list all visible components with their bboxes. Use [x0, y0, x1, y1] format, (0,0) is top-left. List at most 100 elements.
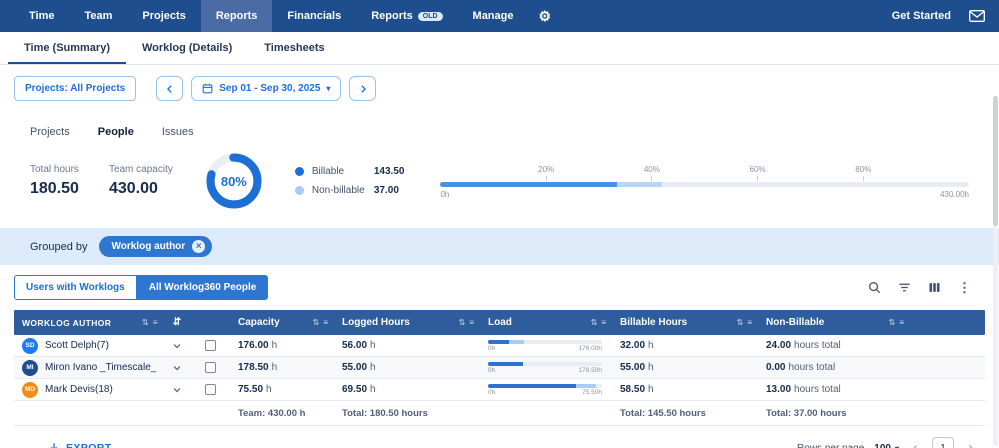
expand-row-icon[interactable]	[164, 335, 190, 356]
team-capacity-label: Team capacity	[109, 164, 173, 175]
non-billable-label: Non-billable	[312, 185, 374, 196]
tick-label: 20%	[538, 165, 554, 174]
sort-icon[interactable]: ⇅	[313, 318, 320, 327]
capacity-progress-bar	[440, 182, 969, 187]
column-header-billable-hours[interactable]: Billable Hours ⇅≡	[612, 317, 758, 328]
load-cell: 0h176.00h	[480, 335, 612, 356]
scrollbar-thumb[interactable]	[993, 96, 998, 226]
download-icon	[48, 442, 60, 448]
get-started-link[interactable]: Get Started	[892, 10, 951, 22]
load-bar	[488, 340, 602, 344]
non-billable-total: Total: 37.00 hours	[758, 408, 910, 419]
calendar-icon	[202, 83, 213, 94]
logged-hours-total: Total: 180.50 hours	[334, 408, 480, 419]
column-menu-icon[interactable]: ≡	[153, 318, 158, 327]
total-hours-value: 180.50	[30, 180, 79, 198]
table-row-scott-delph[interactable]: SD Scott Delph(7) 176.00h 56.00h 0h176.0…	[14, 335, 985, 357]
mail-icon[interactable]	[969, 10, 985, 22]
column-header-non-billable[interactable]: Non-Billable ⇅≡	[758, 317, 910, 328]
row-checkbox[interactable]	[205, 384, 216, 395]
tick-label: 80%	[855, 165, 871, 174]
table-toolbar: Users with Worklogs All Worklog360 Peopl…	[0, 265, 999, 308]
sort-icon[interactable]: ⇅	[142, 318, 149, 327]
rows-per-page-select[interactable]: 100 ▾	[874, 443, 899, 448]
column-menu-icon[interactable]: ≡	[469, 318, 474, 327]
projects-filter-chip[interactable]: Projects: All Projects	[14, 76, 136, 101]
column-header-logged-hours[interactable]: Logged Hours ⇅≡	[334, 317, 480, 328]
author-name[interactable]: Miron Ivano _Timescale_(8)	[45, 362, 156, 373]
all-worklog360-people-button[interactable]: All Worklog360 People	[137, 275, 269, 300]
column-header-capacity[interactable]: Capacity ⇅≡	[230, 317, 334, 328]
expand-row-icon[interactable]	[164, 379, 190, 400]
rows-per-page-label: Rows per page	[797, 443, 864, 448]
non-billable-cell: 24.00hours total	[758, 335, 910, 356]
summary-section: Total hours 180.50 Team capacity 430.00 …	[0, 142, 999, 224]
header-label: WORKLOG AUTHOR	[22, 318, 111, 328]
tab-time-summary[interactable]: Time (Summary)	[8, 32, 126, 64]
grouped-by-chip[interactable]: Worklog author ×	[99, 236, 212, 257]
page-number-button[interactable]: 1	[932, 437, 954, 448]
prev-page-button[interactable]	[909, 441, 922, 448]
tab-timesheets[interactable]: Timesheets	[248, 32, 340, 64]
tab-issues[interactable]: Issues	[162, 126, 194, 138]
expand-all-icon[interactable]: ⇵	[164, 317, 190, 328]
capacity-cell: 176.00h	[230, 335, 334, 356]
column-menu-icon[interactable]: ≡	[323, 318, 328, 327]
load-bar	[488, 362, 602, 366]
row-checkbox[interactable]	[205, 362, 216, 373]
settings-gear-icon[interactable]: ⚙	[529, 0, 562, 32]
nav-reports[interactable]: Reports	[201, 0, 273, 32]
billable-hours-cell: 32.00h	[612, 335, 758, 356]
next-period-button[interactable]	[349, 76, 376, 101]
sort-icon[interactable]: ⇅	[889, 318, 896, 327]
next-page-button[interactable]	[964, 441, 977, 448]
grouped-by-bar: Grouped by Worklog author ×	[0, 228, 999, 265]
table-row-miron-ivano[interactable]: MI Miron Ivano _Timescale_(8) 178.50h 55…	[14, 357, 985, 379]
scale-ticks: 20% 40% 60% 80%	[440, 165, 969, 182]
header-label: Billable Hours	[620, 317, 687, 328]
tab-worklog-details[interactable]: Worklog (Details)	[126, 32, 248, 64]
columns-icon[interactable]	[928, 281, 941, 294]
filter-bar: Projects: All Projects Sep 01 - Sep 30, …	[0, 65, 999, 112]
column-menu-icon[interactable]: ≡	[601, 318, 606, 327]
chevron-down-icon: ▾	[326, 84, 330, 93]
load-start-label: 0h	[488, 367, 495, 374]
row-filler	[910, 379, 985, 400]
table-row-mark-devis[interactable]: MD Mark Devis(18) 75.50h 69.50h 0h75.50h…	[14, 379, 985, 401]
column-header-load[interactable]: Load ⇅≡	[480, 317, 612, 328]
team-capacity-metric: Team capacity 430.00	[109, 164, 173, 198]
sort-icon[interactable]: ⇅	[737, 318, 744, 327]
filter-icon[interactable]	[898, 281, 911, 294]
date-navigation: Sep 01 - Sep 30, 2025 ▾	[156, 76, 376, 101]
search-icon[interactable]	[868, 281, 881, 294]
author-name[interactable]: Mark Devis(18)	[45, 384, 113, 395]
tab-people[interactable]: People	[98, 126, 134, 138]
legend-non-billable: Non-billable 37.00	[295, 185, 405, 196]
column-header-worklog-author[interactable]: WORKLOG AUTHOR ⇅ ≡	[14, 318, 164, 328]
logged-hours-cell: 55.00h	[334, 357, 480, 378]
column-menu-icon[interactable]: ≡	[747, 318, 752, 327]
prev-period-button[interactable]	[156, 76, 183, 101]
scrollbar[interactable]	[993, 96, 998, 446]
nav-reports-old[interactable]: Reports OLD	[356, 0, 457, 32]
sort-icon[interactable]: ⇅	[459, 318, 466, 327]
nav-projects[interactable]: Projects	[127, 0, 200, 32]
nav-manage[interactable]: Manage	[458, 0, 529, 32]
sort-icon[interactable]: ⇅	[591, 318, 598, 327]
tab-projects[interactable]: Projects	[30, 126, 70, 138]
nav-financials[interactable]: Financials	[272, 0, 356, 32]
column-menu-icon[interactable]: ≡	[899, 318, 904, 327]
nav-team[interactable]: Team	[69, 0, 127, 32]
export-label: EXPORT	[66, 442, 112, 448]
tick-line	[651, 176, 652, 181]
date-range-picker[interactable]: Sep 01 - Sep 30, 2025 ▾	[191, 76, 341, 101]
remove-grouping-icon[interactable]: ×	[192, 240, 205, 253]
export-button[interactable]: EXPORT	[48, 442, 112, 448]
nav-time[interactable]: Time	[14, 0, 69, 32]
author-name[interactable]: Scott Delph(7)	[45, 340, 109, 351]
row-checkbox[interactable]	[205, 340, 216, 351]
users-with-worklogs-button[interactable]: Users with Worklogs	[14, 275, 137, 300]
expand-row-icon[interactable]	[164, 357, 190, 378]
load-end-label: 178.50h	[579, 367, 603, 374]
more-options-icon[interactable]: ⋮	[958, 280, 971, 296]
